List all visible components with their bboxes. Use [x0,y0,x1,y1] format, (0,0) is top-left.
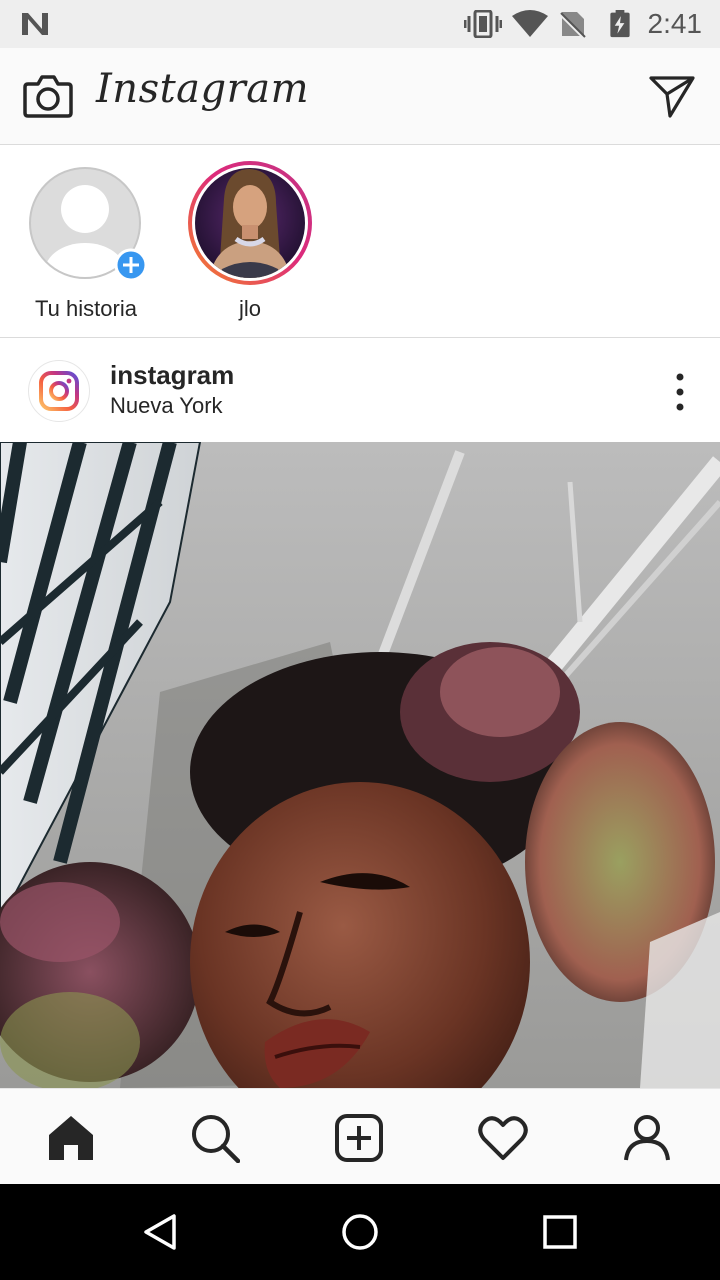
post-avatar[interactable] [28,360,90,422]
camera-icon[interactable] [22,72,74,120]
post-photo[interactable] [0,442,720,1088]
bottom-navigation [0,1088,720,1185]
own-avatar-placeholder [29,167,145,279]
no-sim-icon [560,12,586,38]
instagram-logo: Instagram [96,66,310,112]
system-navigation-bar [0,1184,720,1280]
status-bar: 2:41 [0,0,720,48]
recents-icon[interactable] [540,1212,580,1252]
post-location[interactable]: Nueva York [110,393,223,419]
notification-n-icon [22,13,48,35]
vibrate-icon [464,10,502,38]
search-icon[interactable] [190,1113,240,1163]
home-circle-icon[interactable] [340,1212,380,1252]
post-username[interactable]: instagram [110,360,234,391]
battery-charging-icon [610,10,630,38]
activity-heart-icon[interactable] [478,1113,528,1163]
app-header: Instagram [0,48,720,145]
status-time: 2:41 [647,8,703,39]
story-label: Tu historia [35,296,137,321]
story-label: jlo [238,296,261,321]
home-icon[interactable] [46,1113,96,1163]
post-header: instagram Nueva York [0,338,720,442]
more-options-icon[interactable] [672,372,688,412]
wifi-icon [512,10,548,37]
story-ring-avatar [188,161,312,285]
direct-message-icon[interactable] [648,72,696,120]
post-image [0,442,720,1088]
profile-icon[interactable] [622,1113,672,1163]
back-icon[interactable] [140,1212,180,1252]
instagram-glyph-icon [39,371,79,411]
new-post-icon[interactable] [334,1113,384,1163]
stories-tray: Tu historia jlo [0,145,720,338]
